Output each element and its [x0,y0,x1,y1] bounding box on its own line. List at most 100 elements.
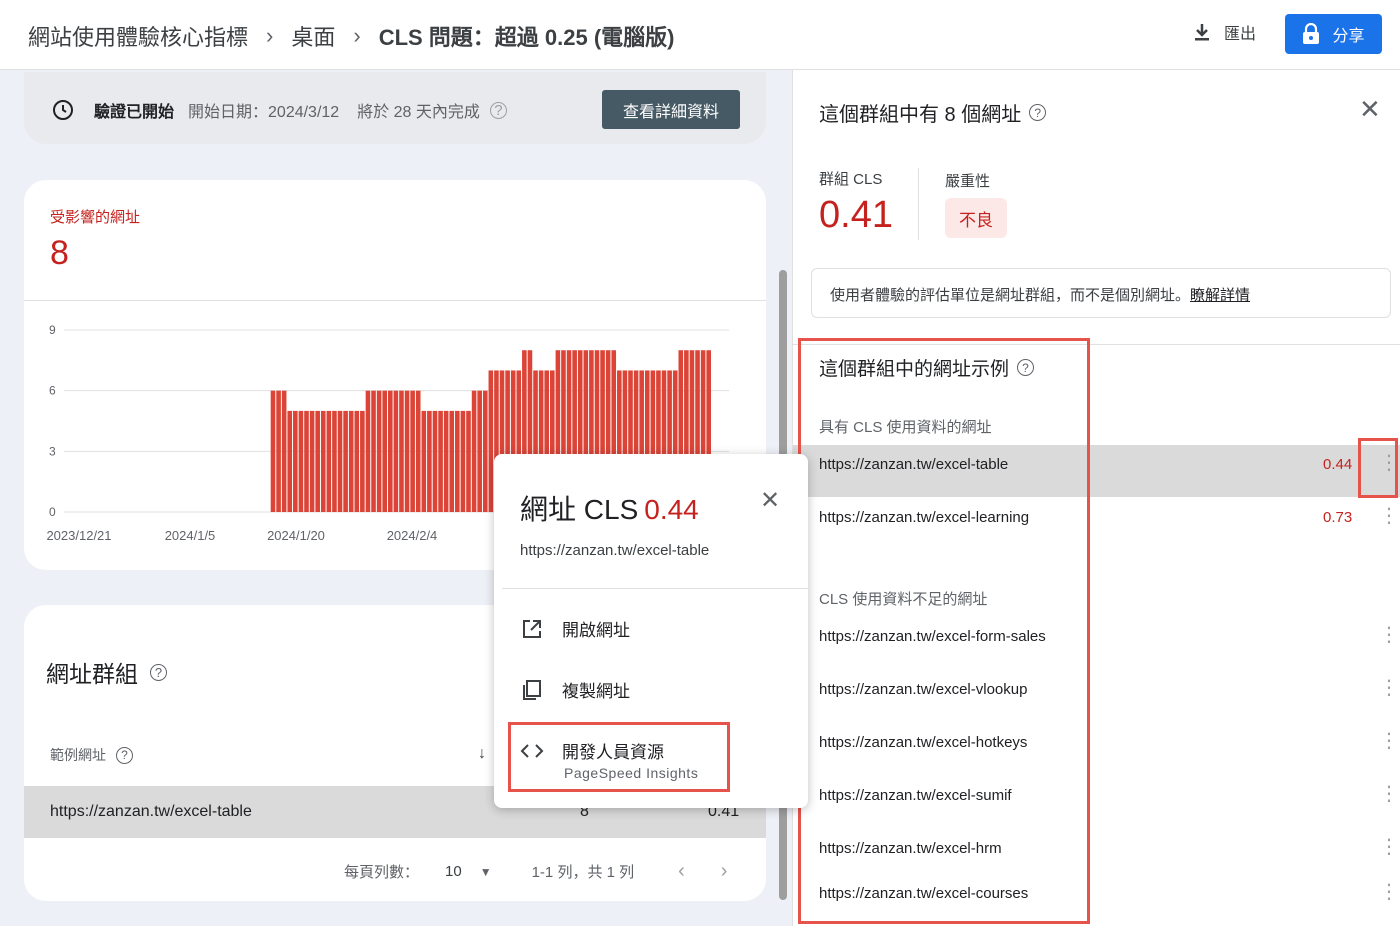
chart-bar[interactable] [304,410,309,512]
chart-bar[interactable] [415,390,421,512]
chart-bar[interactable] [471,390,477,512]
share-button[interactable]: 分享 [1285,14,1382,54]
group-cls-value: 0.41 [819,194,893,236]
chart-bar[interactable] [293,410,298,512]
list-item-url: https://zanzan.tw/excel-vlookup [819,681,1028,698]
more-vert-icon[interactable]: ⋮ [1379,784,1399,804]
chart-bar[interactable] [388,390,393,512]
breadcrumb-item-cwv[interactable]: 網站使用體驗核心指標 [28,20,248,52]
url-cls-popup: 網址 CLS 0.44 ✕ https://zanzan.tw/excel-tab… [494,454,808,808]
open-in-new-icon [520,617,544,641]
more-vert-icon[interactable]: ⋮ [1379,453,1399,473]
list-item-score: 0.44 [1323,456,1353,473]
list-item[interactable]: https://zanzan.tw/excel-form-sales ⋮ [793,617,1400,669]
chart-bar[interactable] [376,390,382,512]
next-page-icon[interactable]: › [721,860,728,883]
y-tick-label: 3 [49,444,56,458]
list-item-url: https://zanzan.tw/excel-hrm [819,840,1002,857]
prev-page-icon[interactable]: ‹ [678,860,685,883]
chart-bar[interactable] [337,410,343,512]
chart-bar[interactable] [449,410,455,512]
open-url-item[interactable]: 開啟網址 [520,616,630,641]
more-vert-icon[interactable]: ⋮ [1379,731,1399,751]
list-item[interactable]: https://zanzan.tw/excel-vlookup ⋮ [793,670,1400,722]
chart-bar[interactable] [443,410,449,512]
x-tick-label: 2024/1/20 [267,528,325,543]
x-tick-label: 2024/2/4 [387,528,438,543]
more-vert-icon[interactable]: ⋮ [1379,678,1399,698]
chart-bar[interactable] [287,410,293,512]
divider [793,344,1400,345]
popup-title-text: 網址 CLS [520,494,639,525]
developer-resources-item[interactable]: 開發人員資源 [520,738,664,763]
chart-bar[interactable] [315,410,320,512]
dropdown-caret-icon[interactable]: ▼ [480,865,492,879]
pagination: 每頁列數： 10 ▼ 1-1 列，共 1 列 ‹ › [344,860,727,883]
popup-cls-value: 0.44 [644,494,699,525]
y-tick-label: 0 [49,505,56,519]
more-vert-icon[interactable]: ⋮ [1379,837,1399,857]
chart-bar[interactable] [326,410,332,512]
list-item-url: https://zanzan.tw/excel-form-sales [819,628,1046,645]
page-range: 1-1 列，共 1 列 [531,864,635,881]
chart-bar[interactable] [309,410,315,512]
examples-title: 這個群組中的網址示例 ? [819,354,1035,381]
copy-icon [520,678,544,702]
chart-bar[interactable] [410,390,415,512]
chart-bar[interactable] [365,390,371,512]
list-item[interactable]: https://zanzan.tw/excel-hotkeys ⋮ [793,723,1400,775]
chart-bar[interactable] [348,410,354,512]
breadcrumb-item-desktop[interactable]: 桌面 [291,20,335,52]
chart-bar[interactable] [320,410,326,512]
list-item[interactable]: https://zanzan.tw/excel-sumif ⋮ [793,776,1400,828]
validation-eta: 將於 28 天內完成 [357,104,480,121]
chart-bar[interactable] [477,390,482,512]
chart-bar[interactable] [270,390,276,512]
chart-bar[interactable] [404,390,410,512]
chart-bar[interactable] [371,390,376,512]
chart-bar[interactable] [382,390,387,512]
help-icon[interactable]: ? [489,101,507,119]
chart-bar[interactable] [332,410,337,512]
list-item[interactable]: https://zanzan.tw/excel-learning 0.73 ⋮ [793,498,1400,550]
info-box: 使用者體驗的評估單位是網址群組，而不是個別網址。瞭解詳情 [811,268,1391,318]
chart-bar[interactable] [281,390,287,512]
chart-bar[interactable] [393,390,399,512]
breadcrumb: 網站使用體驗核心指標 › 桌面 › CLS 問題：超過 0.25 (電腦版) [28,20,675,52]
copy-url-item[interactable]: 複製網址 [520,677,630,702]
chart-bar[interactable] [298,410,304,512]
severity-badge: 不良 [945,198,1007,238]
list-item[interactable]: https://zanzan.tw/excel-courses ⋮ [793,874,1400,926]
export-button[interactable]: 匯出 [1192,20,1256,44]
chart-bar[interactable] [455,410,460,512]
validation-card: 驗證已開始 開始日期：2024/3/12 將於 28 天內完成 ? 查看詳細資料 [24,72,766,144]
chart-bar[interactable] [427,410,432,512]
more-vert-icon[interactable]: ⋮ [1379,506,1399,526]
close-icon[interactable]: ✕ [760,486,780,515]
rows-per-page-select[interactable]: 10 [445,863,462,880]
more-vert-icon[interactable]: ⋮ [1379,625,1399,645]
chart-bar[interactable] [360,410,365,512]
chart-bar[interactable] [438,410,443,512]
more-vert-icon[interactable]: ⋮ [1379,882,1399,902]
sort-arrow-icon[interactable]: ↓ [478,745,486,763]
chart-bar[interactable] [421,410,427,512]
help-icon[interactable]: ? [150,663,167,681]
chart-bar[interactable] [399,390,404,512]
help-icon[interactable]: ? [1029,104,1047,121]
chart-bar[interactable] [432,410,438,512]
view-details-button[interactable]: 查看詳細資料 [602,90,740,129]
chart-bar[interactable] [482,390,488,512]
chart-bar[interactable] [460,410,466,512]
close-icon[interactable]: ✕ [1359,94,1381,125]
chart-bar[interactable] [276,390,281,512]
list-item[interactable]: https://zanzan.tw/excel-table 0.44 ⋮ [793,445,1400,497]
help-icon[interactable]: ? [116,746,133,764]
chart-bar[interactable] [466,410,471,512]
learn-more-link[interactable]: 瞭解詳情 [1190,287,1250,304]
chart-bar[interactable] [488,370,494,512]
chart-bar[interactable] [354,410,360,512]
chart-bar[interactable] [343,410,348,512]
help-icon[interactable]: ? [1017,359,1035,376]
popup-url: https://zanzan.tw/excel-table [520,542,710,559]
